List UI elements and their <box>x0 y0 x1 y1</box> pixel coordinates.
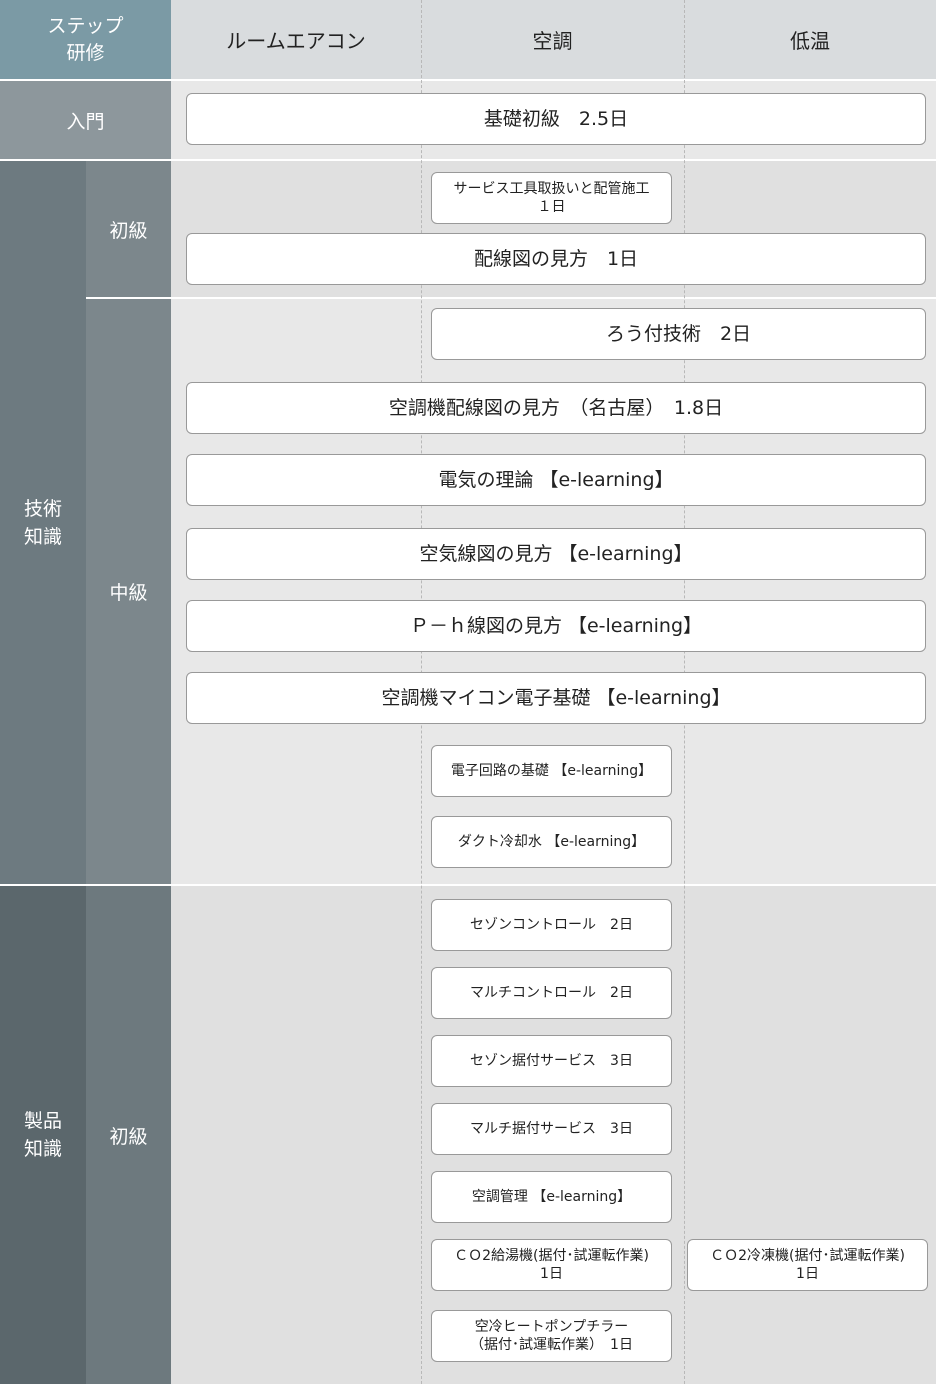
column-header-room-aircon: ルームエアコン <box>226 29 366 53</box>
level-intermediate-label: 中級 <box>86 299 171 884</box>
course-ac-wiring-diagram[interactable]: 空調機配線図の見方 （名古屋） 1.8日 <box>186 382 926 434</box>
course-season-control[interactable]: セゾンコントロール 2日 <box>431 899 672 951</box>
course-brazing-technique[interactable]: ろう付技術 2日 <box>431 308 926 360</box>
course-duct-cooling-water[interactable]: ダクト冷却水 【e-learning】 <box>431 816 672 868</box>
course-basic-beginner[interactable]: 基礎初級 2.5日 <box>186 93 926 145</box>
course-electronic-circuit-basics[interactable]: 電子回路の基礎 【e-learning】 <box>431 745 672 797</box>
course-psychrometric-chart[interactable]: 空気線図の見方 【e-learning】 <box>186 528 926 580</box>
course-co2-freezer[interactable]: ＣＯ2冷凍機(据付･試運転作業) 1日 <box>687 1239 928 1291</box>
course-multi-installation-service[interactable]: マルチ据付サービス 3日 <box>431 1103 672 1155</box>
column-header-air-conditioning: 空調 <box>532 29 573 53</box>
course-ac-microcomputer-electronics[interactable]: 空調機マイコン電子基礎 【e-learning】 <box>186 672 926 724</box>
section-technical-knowledge-label: 技術 知識 <box>0 161 86 884</box>
course-service-tools-piping[interactable]: サービス工具取扱いと配管施工 １日 <box>431 172 672 224</box>
level-beginner-label: 初級 <box>86 161 171 297</box>
course-ac-management[interactable]: 空調管理 【e-learning】 <box>431 1171 672 1223</box>
course-season-installation-service[interactable]: セゾン据付サービス 3日 <box>431 1035 672 1087</box>
course-multi-control[interactable]: マルチコントロール 2日 <box>431 967 672 1019</box>
course-co2-water-heater[interactable]: ＣＯ2給湯機(据付･試運転作業) 1日 <box>431 1239 672 1291</box>
step-training-header: ステップ 研修 <box>0 0 171 79</box>
course-air-cooled-heat-pump-chiller[interactable]: 空冷ヒートポンプチラー （据付･試運転作業） 1日 <box>431 1310 672 1362</box>
course-ph-diagram[interactable]: Ｐ－ｈ線図の見方 【e-learning】 <box>186 600 926 652</box>
product-level-beginner-label: 初級 <box>86 886 171 1384</box>
section-intro-label: 入門 <box>0 81 171 159</box>
section-product-knowledge-label: 製品 知識 <box>0 886 86 1384</box>
course-wiring-diagram-reading[interactable]: 配線図の見方 1日 <box>186 233 926 285</box>
column-header-low-temperature: 低温 <box>790 29 830 53</box>
course-electrical-theory[interactable]: 電気の理論 【e-learning】 <box>186 454 926 506</box>
